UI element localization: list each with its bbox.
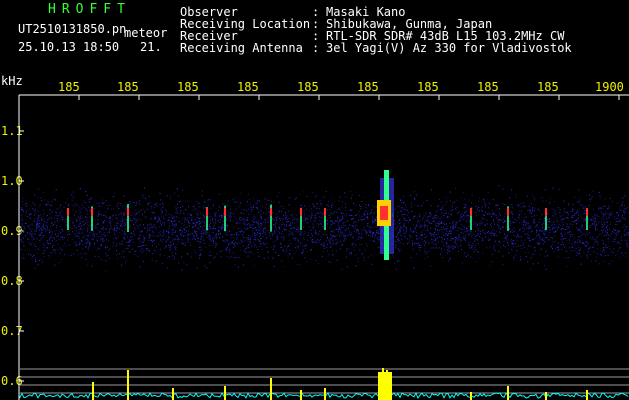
meteor-streak-core <box>127 208 129 216</box>
meteor-streak-core <box>91 208 93 216</box>
spectrogram-plot <box>18 94 629 400</box>
meteor-streak-core <box>224 208 226 216</box>
amplitude-peak <box>507 386 509 400</box>
amplitude-peak <box>92 382 94 400</box>
meteor-streak-core <box>67 208 69 216</box>
meteor-streak-core <box>300 208 302 216</box>
meteor-streak-core <box>324 208 326 216</box>
main-amplitude-peak <box>378 372 392 400</box>
meteor-streak-core <box>507 208 509 216</box>
main-echo-core <box>380 206 388 220</box>
meteor-streak-core <box>270 208 272 216</box>
amplitude-peak <box>127 370 129 400</box>
meteor-streak-core <box>545 208 547 216</box>
meteor-streak-core <box>586 208 588 216</box>
meteor-streak-core <box>470 208 472 216</box>
amplitude-peak <box>224 386 226 400</box>
amplitude-peak <box>545 392 547 400</box>
amplitude-peak <box>586 390 588 400</box>
meteor-streak-core <box>206 208 208 216</box>
amplitude-peak <box>270 378 272 400</box>
amplitude-peak <box>470 392 472 400</box>
amplitude-peak <box>300 390 302 400</box>
amplitude-peak <box>172 388 174 400</box>
amplitude-peak <box>324 388 326 400</box>
